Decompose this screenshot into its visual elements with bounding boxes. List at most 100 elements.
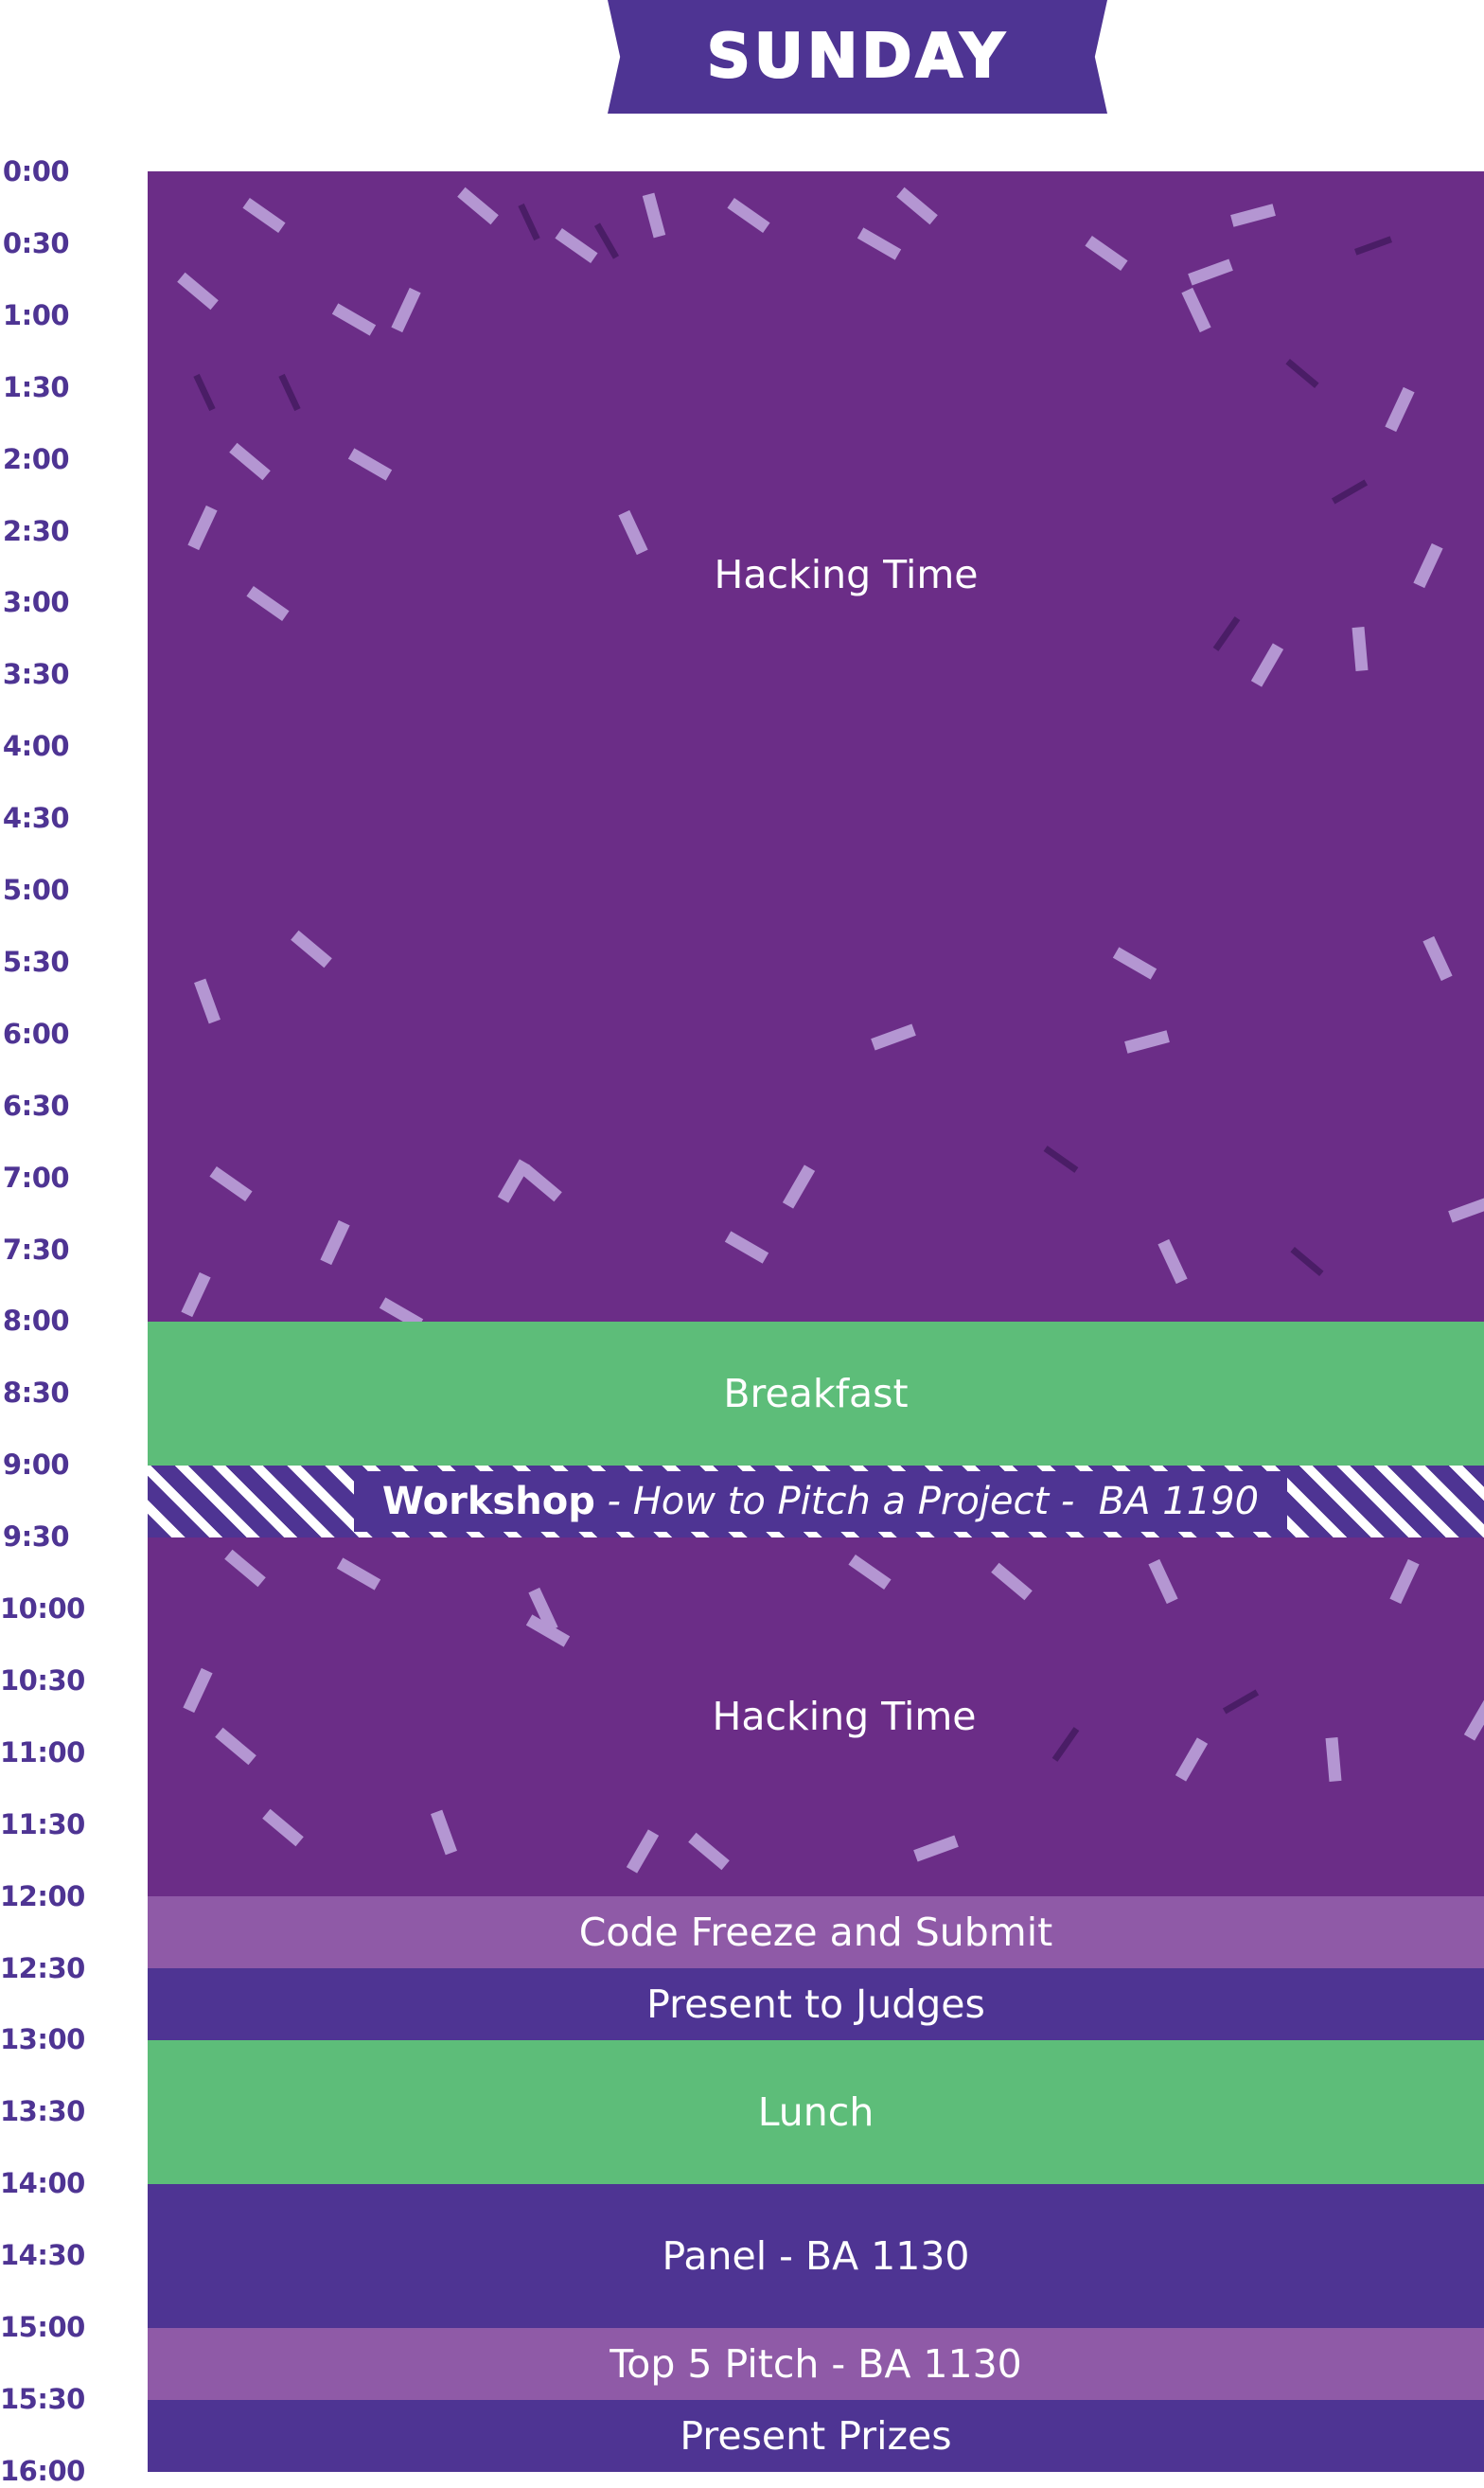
confetti-piece bbox=[1422, 935, 1453, 982]
confetti-piece bbox=[913, 1835, 959, 1862]
confetti-piece bbox=[1230, 204, 1276, 227]
confetti-piece bbox=[518, 203, 540, 241]
confetti-piece bbox=[1222, 1689, 1260, 1715]
time-label: 15:00 bbox=[0, 2311, 85, 2343]
confetti-piece bbox=[224, 1549, 266, 1588]
confetti-piece bbox=[871, 1023, 916, 1051]
confetti-piece bbox=[391, 287, 421, 333]
confetti-piece bbox=[1290, 1246, 1324, 1277]
time-label: 16:00 bbox=[0, 2454, 85, 2487]
confetti-piece bbox=[1085, 235, 1128, 272]
time-label: 3:30 bbox=[2, 658, 70, 691]
confetti-piece bbox=[724, 1231, 769, 1264]
time-label: 12:30 bbox=[0, 1951, 85, 1984]
confetti-piece bbox=[1043, 1146, 1079, 1173]
confetti-piece bbox=[1331, 479, 1369, 505]
confetti-piece bbox=[1124, 1030, 1170, 1054]
time-label: 2:30 bbox=[2, 514, 70, 547]
time-label: 14:30 bbox=[0, 2239, 85, 2272]
confetti-piece bbox=[1385, 386, 1415, 433]
confetti-piece bbox=[848, 1554, 892, 1591]
event-hacking-time-2: Hacking Time bbox=[148, 1537, 1484, 1896]
confetti-piece bbox=[618, 509, 648, 556]
time-label: 10:00 bbox=[0, 1592, 85, 1625]
time-label: 6:30 bbox=[2, 1089, 70, 1122]
event-present-prizes: Present Prizes bbox=[148, 2400, 1484, 2472]
event-label: Hacking Time bbox=[712, 1694, 977, 1739]
confetti-piece bbox=[782, 1164, 816, 1209]
workshop-label-box: Workshop - How to Pitch a Project - BA 1… bbox=[353, 1471, 1288, 1532]
confetti-piece bbox=[1285, 358, 1319, 389]
confetti-piece bbox=[626, 1829, 660, 1874]
confetti-piece bbox=[727, 197, 770, 234]
time-label: 0:30 bbox=[2, 226, 70, 259]
time-label: 11:30 bbox=[0, 1807, 85, 1840]
confetti-piece bbox=[215, 1727, 256, 1766]
event-top-5-pitch: Top 5 Pitch - BA 1130 bbox=[148, 2328, 1484, 2400]
time-label: 9:30 bbox=[2, 1520, 70, 1554]
confetti-piece bbox=[431, 1809, 457, 1856]
time-label: 13:30 bbox=[0, 2095, 85, 2128]
confetti-piece bbox=[379, 1297, 424, 1322]
event-label: Hacking Time bbox=[714, 552, 979, 597]
time-label: 9:00 bbox=[2, 1448, 70, 1482]
day-title: SUNDAY bbox=[706, 22, 1009, 92]
confetti-piece bbox=[896, 187, 938, 225]
confetti-piece bbox=[555, 227, 598, 264]
event-panel: Panel - BA 1130 bbox=[148, 2184, 1484, 2328]
day-banner: SUNDAY bbox=[608, 0, 1107, 114]
event-label: Present Prizes bbox=[680, 2412, 952, 2459]
confetti-piece bbox=[1212, 616, 1241, 651]
event-label: Code Freeze and Submit bbox=[578, 1909, 1053, 1955]
confetti-piece bbox=[177, 272, 219, 311]
confetti-piece bbox=[1181, 287, 1211, 333]
confetti-piece bbox=[187, 505, 218, 551]
time-label: 15:30 bbox=[0, 2382, 85, 2415]
time-label: 8:30 bbox=[2, 1377, 70, 1410]
confetti-piece bbox=[857, 227, 902, 260]
confetti-piece bbox=[521, 1164, 562, 1202]
confetti-piece bbox=[320, 1219, 350, 1266]
confetti-piece bbox=[1051, 1727, 1080, 1762]
time-label: 4:00 bbox=[2, 730, 70, 763]
confetti-piece bbox=[1157, 1238, 1188, 1285]
time-label: 13:00 bbox=[0, 2023, 85, 2056]
confetti-piece bbox=[1112, 947, 1157, 980]
time-label: 3:00 bbox=[2, 586, 70, 619]
time-label: 1:00 bbox=[2, 298, 70, 331]
confetti-piece bbox=[1148, 1558, 1178, 1605]
confetti-piece bbox=[1325, 1737, 1342, 1782]
time-label: 7:00 bbox=[2, 1161, 70, 1194]
event-label: Top 5 Pitch - BA 1130 bbox=[610, 2340, 1022, 2387]
confetti-piece bbox=[1188, 258, 1233, 286]
confetti-piece bbox=[209, 1165, 253, 1202]
confetti-piece bbox=[246, 585, 290, 622]
time-label: 12:00 bbox=[0, 1879, 85, 1912]
workshop-detail: - How to Pitch a Project - BA 1190 bbox=[594, 1480, 1260, 1523]
confetti-piece bbox=[291, 930, 332, 969]
confetti-piece bbox=[991, 1562, 1033, 1601]
confetti-piece bbox=[242, 197, 286, 234]
confetti-piece bbox=[194, 978, 221, 1024]
time-label: 11:00 bbox=[0, 1735, 85, 1768]
event-breakfast: Breakfast bbox=[148, 1322, 1484, 1466]
time-label: 5:30 bbox=[2, 945, 70, 978]
confetti-piece bbox=[193, 373, 216, 412]
confetti-piece bbox=[497, 1159, 531, 1203]
event-workshop: Workshop - How to Pitch a Project - BA 1… bbox=[148, 1466, 1484, 1537]
confetti-piece bbox=[331, 303, 377, 336]
time-label: 5:00 bbox=[2, 874, 70, 906]
event-code-freeze: Code Freeze and Submit bbox=[148, 1896, 1484, 1968]
confetti-piece bbox=[262, 1808, 304, 1847]
confetti-piece bbox=[183, 1667, 213, 1714]
time-label: 7:30 bbox=[2, 1233, 70, 1266]
event-present-to-judges: Present to Judges bbox=[148, 1968, 1484, 2040]
time-label: 0:00 bbox=[2, 155, 70, 187]
time-label: 2:00 bbox=[2, 442, 70, 475]
confetti-piece bbox=[278, 373, 301, 412]
confetti-piece bbox=[229, 442, 271, 481]
time-label: 10:30 bbox=[0, 1663, 85, 1697]
confetti-piece bbox=[1463, 1697, 1484, 1741]
confetti-piece bbox=[1448, 1196, 1484, 1223]
confetti-piece bbox=[457, 187, 499, 225]
